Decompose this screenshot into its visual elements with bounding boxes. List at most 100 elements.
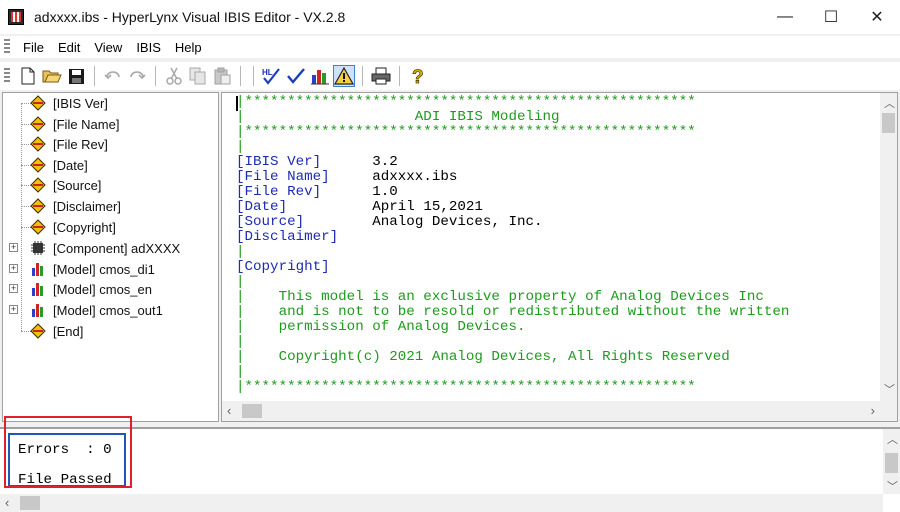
- editor-horizontal-scrollbar[interactable]: ‹ ›: [222, 401, 880, 421]
- scroll-left-icon[interactable]: ‹: [227, 403, 231, 418]
- new-file-icon[interactable]: [17, 65, 39, 87]
- comment-pipe: |: [236, 139, 245, 155]
- tree-item-source[interactable]: [Source]: [29, 175, 101, 195]
- tree-item-model-cmos-di1[interactable]: [Model] cmos_di1: [29, 259, 155, 279]
- minimize-button[interactable]: —: [762, 0, 808, 34]
- menu-grip-icon[interactable]: [4, 39, 10, 55]
- paste-icon[interactable]: [211, 65, 233, 87]
- tree-item-label: [File Rev]: [53, 136, 108, 152]
- scrollbar-corner: [880, 401, 897, 421]
- close-button[interactable]: ✕: [854, 0, 900, 34]
- scroll-thumb[interactable]: [242, 404, 262, 418]
- keyword-file-name: [File Name]: [236, 169, 330, 185]
- output-horizontal-scrollbar[interactable]: ‹: [0, 494, 883, 512]
- scroll-thumb[interactable]: [882, 113, 895, 133]
- ibis-tree-panel[interactable]: [IBIS Ver] [File Name] [File Rev] [Date]…: [2, 92, 219, 422]
- save-icon[interactable]: [65, 65, 87, 87]
- scroll-down-icon[interactable]: ﹀: [887, 478, 898, 494]
- undo-icon[interactable]: [102, 65, 124, 87]
- tree-item-label: [Model] cmos_di1: [53, 261, 155, 277]
- maximize-button[interactable]: ☐: [808, 0, 854, 34]
- keyword-icon: [29, 323, 47, 339]
- tree-item-label: [Model] cmos_out1: [53, 302, 163, 318]
- print-icon[interactable]: [370, 65, 392, 87]
- warning-icon[interactable]: [333, 65, 355, 87]
- tree-item-model-cmos-out1[interactable]: [Model] cmos_out1: [29, 300, 163, 320]
- scroll-thumb[interactable]: [20, 496, 40, 510]
- tree-item-date[interactable]: [Date]: [29, 155, 88, 175]
- tree-item-disclaimer[interactable]: [Disclaimer]: [29, 196, 121, 216]
- check-icon[interactable]: [285, 65, 307, 87]
- app-icon[interactable]: [8, 9, 24, 25]
- redo-icon[interactable]: [126, 65, 148, 87]
- copy-icon[interactable]: [187, 65, 209, 87]
- tree-item-label: [Date]: [53, 157, 88, 173]
- menu-help[interactable]: Help: [168, 40, 209, 55]
- ibis-text-editor[interactable]: |***************************************…: [221, 92, 898, 422]
- copyright-notice: | Copyright(c) 2021 Analog Devices, All …: [236, 349, 730, 365]
- editor-content[interactable]: |***************************************…: [236, 95, 878, 401]
- tree-item-component[interactable]: [Component] adXXXX: [29, 238, 180, 258]
- expand-model-button[interactable]: +: [9, 264, 18, 273]
- scroll-up-icon[interactable]: ︿: [884, 95, 895, 111]
- keyword-file-rev: [File Rev]: [236, 184, 322, 200]
- scroll-up-icon[interactable]: ︿: [887, 431, 898, 447]
- tree-item-copyright[interactable]: [Copyright]: [29, 217, 116, 237]
- toolbar-separator: [94, 66, 95, 86]
- menu-ibis[interactable]: IBIS: [129, 40, 168, 55]
- tree-item-label: [Disclaimer]: [53, 198, 121, 214]
- scroll-left-icon[interactable]: ‹: [5, 495, 9, 510]
- model-icon: [29, 281, 47, 297]
- expand-model-button[interactable]: +: [9, 284, 18, 293]
- tree-item-label: [File Name]: [53, 116, 120, 132]
- toolbar: HL ?: [0, 62, 900, 90]
- title-bar: adxxxx.ibs - HyperLynx Visual IBIS Edito…: [0, 0, 900, 34]
- keyword-icon: [29, 157, 47, 173]
- banner-title: | ADI IBIS Modeling: [236, 109, 560, 125]
- value-file-name: adxxxx.ibs: [372, 169, 458, 185]
- scroll-down-icon[interactable]: ﹀: [884, 381, 895, 397]
- expand-component-button[interactable]: +: [9, 243, 18, 252]
- hyperlynx-check-icon[interactable]: HL: [261, 65, 283, 87]
- open-folder-icon[interactable]: [41, 65, 63, 87]
- tree-item-end[interactable]: [End]: [29, 321, 83, 341]
- model-icon: [29, 261, 47, 277]
- toolbar-separator: [240, 66, 241, 86]
- copyright-line: | and is not to be resold or redistribut…: [236, 304, 790, 320]
- keyword-icon: [29, 198, 47, 214]
- window-title: adxxxx.ibs - HyperLynx Visual IBIS Edito…: [34, 9, 346, 25]
- menu-file[interactable]: File: [16, 40, 51, 55]
- menu-edit[interactable]: Edit: [51, 40, 87, 55]
- menu-view[interactable]: View: [87, 40, 129, 55]
- comment-pipe: |: [236, 244, 245, 260]
- text-caret: [236, 96, 238, 111]
- tree-item-file-rev[interactable]: [File Rev]: [29, 134, 108, 154]
- copyright-line: | permission of Analog Devices.: [236, 319, 526, 335]
- scroll-right-icon[interactable]: ›: [871, 403, 875, 418]
- expand-model-button[interactable]: +: [9, 305, 18, 314]
- tree-item-label: [Source]: [53, 177, 102, 193]
- output-vertical-scrollbar[interactable]: ︿ ﹀: [883, 429, 900, 494]
- tree-item-file-name[interactable]: [File Name]: [29, 114, 119, 134]
- keyword-ibis-ver: [IBIS Ver]: [236, 154, 322, 170]
- tree-item-label: [End]: [53, 323, 84, 339]
- toolbar-grip-icon[interactable]: [4, 68, 10, 84]
- help-icon[interactable]: ?: [407, 65, 429, 87]
- keyword-icon: [29, 95, 47, 111]
- scroll-thumb[interactable]: [885, 453, 898, 473]
- output-panel[interactable]: Errors : 0 File Passed ︿ ﹀ ‹: [0, 427, 900, 512]
- cut-icon[interactable]: [163, 65, 185, 87]
- keyword-icon: [29, 219, 47, 235]
- editor-vertical-scrollbar[interactable]: ︿ ﹀: [880, 93, 897, 401]
- tree-item-label: [IBIS Ver]: [53, 95, 108, 111]
- model-icon: [29, 302, 47, 318]
- toolbar-separator: [155, 66, 156, 86]
- keyword-source: [Source]: [236, 214, 305, 230]
- tree-item-ibis-ver[interactable]: [IBIS Ver]: [29, 93, 108, 113]
- keyword-icon: [29, 136, 47, 152]
- keyword-icon: [29, 177, 47, 193]
- tree-item-model-cmos-en[interactable]: [Model] cmos_en: [29, 279, 152, 299]
- chart-icon[interactable]: [309, 65, 331, 87]
- value-source: Analog Devices, Inc.: [372, 214, 543, 230]
- menu-bar: File Edit View IBIS Help: [0, 36, 900, 58]
